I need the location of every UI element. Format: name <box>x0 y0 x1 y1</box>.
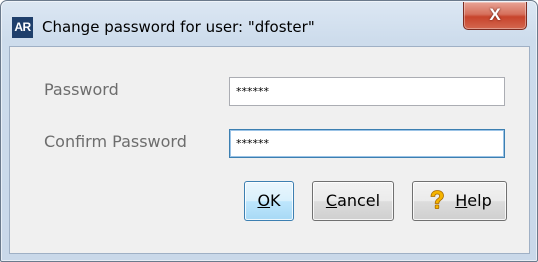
close-icon: X <box>489 5 501 24</box>
password-label: Password <box>44 80 119 99</box>
close-button[interactable]: X <box>463 2 527 30</box>
password-field[interactable] <box>229 77 505 106</box>
dialog-title: Change password for user: "dfoster" <box>42 18 315 36</box>
app-logo-icon: AR <box>12 17 33 38</box>
title-bar[interactable]: AR Change password for user: "dfoster" X <box>1 1 537 45</box>
help-button[interactable]: Help <box>412 181 507 221</box>
help-mnemonic: H <box>455 191 468 210</box>
ok-button[interactable]: OK <box>244 181 294 221</box>
cancel-button[interactable]: Cancel <box>312 181 394 221</box>
confirm-password-field[interactable] <box>229 129 505 158</box>
confirm-password-label: Confirm Password <box>44 132 187 151</box>
dialog-body: Password Confirm Password OK Cancel Help <box>9 46 530 254</box>
cancel-label: ancel <box>337 191 381 210</box>
question-icon <box>430 190 445 209</box>
help-label: elp <box>467 191 492 210</box>
dialog-window: AR Change password for user: "dfoster" X… <box>0 0 538 262</box>
cancel-mnemonic: C <box>325 191 338 210</box>
ok-mnemonic: O <box>257 191 271 210</box>
ok-label: K <box>270 191 281 210</box>
